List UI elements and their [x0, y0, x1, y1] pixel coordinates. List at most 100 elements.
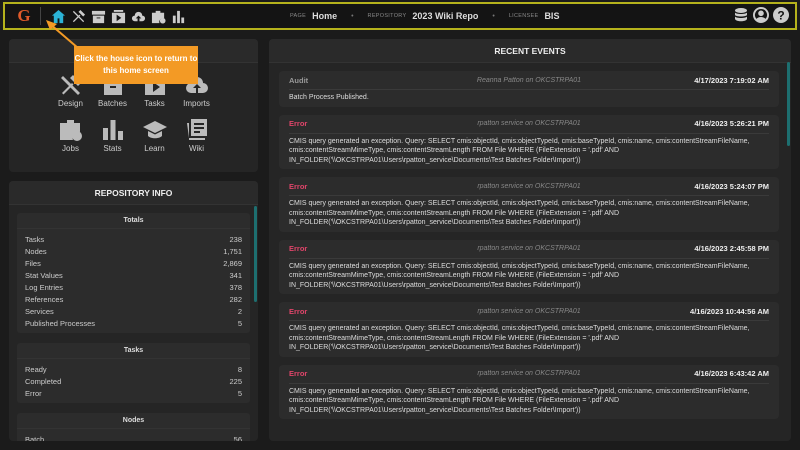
event-message: CMIS query generated an exception. Query…: [289, 137, 750, 164]
info-value: 225: [229, 376, 242, 386]
info-row: Log Entries 378: [17, 281, 250, 293]
info-value: 378: [229, 282, 242, 292]
event-user: rpatton service on OKCSTRPA01: [477, 245, 581, 252]
info-value: 341: [229, 270, 242, 280]
quick-launch-label: Imports: [183, 99, 210, 108]
info-value: 1,751: [223, 246, 242, 256]
info-row: Stat Values 341: [17, 269, 250, 281]
scrollbar[interactable]: [787, 62, 790, 146]
quick-launch-wiki[interactable]: Wiki: [176, 118, 218, 153]
quick-launch-jobs[interactable]: Jobs: [50, 118, 92, 153]
event-card[interactable]: Audit Reanna Patton on OKCSTRPA01 4/17/202…: [279, 71, 779, 107]
licensee-label: LICENSEE: [508, 13, 539, 19]
panel-title: REPOSITORY INFO: [9, 181, 258, 205]
quick-launch-label: Batches: [98, 99, 127, 108]
separator-dot: •: [351, 12, 354, 20]
info-value: 282: [229, 294, 242, 304]
info-label: Batch: [25, 434, 45, 441]
info-row: Error 5: [17, 387, 250, 399]
quick-launch-label: Design: [58, 99, 83, 108]
quick-launch-stats[interactable]: Stats: [92, 118, 134, 153]
info-section-totals: Totals Tasks 238 Nodes 1,751 Files 2,869 Stat V…: [17, 213, 250, 333]
svg-text:?: ?: [777, 9, 784, 23]
info-row: Published Processes 5: [17, 317, 250, 329]
event-user: rpatton service on OKCSTRPA01: [477, 307, 581, 315]
info-label: Ready: [25, 364, 47, 374]
event-date: 4/16/2023 10:44:56 AM: [690, 306, 769, 316]
info-row: Tasks 238: [17, 233, 250, 245]
info-section-nodes: Nodes Batch 56: [17, 413, 250, 441]
repository-info-panel: REPOSITORY INFO Totals Tasks 238 Nodes 1,751…: [9, 181, 258, 441]
document-icon: [186, 119, 207, 140]
licensee-value: BIS: [544, 11, 560, 21]
info-label: Stat Values: [25, 270, 63, 280]
info-row: Ready 8: [17, 363, 250, 375]
event-card[interactable]: Error rpatton service on OKCSTRPA01 4/16/2…: [279, 177, 779, 232]
event-type: Error: [289, 181, 308, 191]
event-user: rpatton service on OKCSTRPA01: [477, 182, 581, 190]
event-card[interactable]: Error rpatton service on OKCSTRPA01 4/16/2…: [279, 302, 779, 357]
help-icon[interactable]: ?: [773, 7, 789, 28]
user-account-icon[interactable]: [753, 7, 769, 28]
info-value: 2,869: [223, 258, 242, 268]
event-type: Error: [289, 119, 308, 128]
bar-chart-icon[interactable]: [169, 7, 188, 26]
info-row: Nodes 1,751: [17, 245, 250, 257]
event-message: CMIS query generated an exception. Query…: [289, 262, 750, 289]
graduation-cap-icon: [142, 121, 167, 139]
bar-chart-icon: [102, 120, 123, 140]
quick-launch-label: Wiki: [188, 144, 205, 153]
event-date: 4/16/2023 6:43:42 AM: [694, 369, 769, 378]
info-value: 238: [229, 234, 242, 244]
info-label: Services: [25, 306, 54, 316]
briefcase-clock-icon[interactable]: [149, 7, 168, 26]
event-date: 4/16/2023 2:45:58 PM: [694, 244, 769, 253]
section-title: Tasks: [17, 343, 250, 359]
event-date: 4/16/2023 5:24:07 PM: [694, 181, 769, 191]
recent-events-panel: RECENT EVENTS Audit Reanna Patton on OKCS…: [269, 39, 791, 441]
info-row: References 282: [17, 293, 250, 305]
event-card[interactable]: Error rpatton service on OKCSTRPA01 4/16/2…: [279, 364, 779, 419]
event-card[interactable]: Error rpatton service on OKCSTRPA01 4/16/2…: [279, 114, 779, 169]
database-icon[interactable]: [733, 7, 749, 28]
info-value: 2: [237, 306, 242, 316]
play-box-icon[interactable]: [109, 7, 128, 26]
info-value: 56: [233, 434, 242, 441]
event-user: rpatton service on OKCSTRPA01: [477, 370, 581, 377]
section-title: Totals: [17, 213, 250, 229]
event-date: 4/16/2023 5:26:21 PM: [694, 119, 769, 128]
page-label: PAGE: [290, 13, 307, 19]
info-value: 8: [237, 364, 242, 374]
scrollbar[interactable]: [254, 206, 257, 302]
event-user: rpatton service on OKCSTRPA01: [477, 120, 581, 127]
quick-launch-label: Stats: [103, 144, 122, 153]
info-row: Services 2: [17, 305, 250, 317]
event-message: CMIS query generated an exception. Query…: [289, 325, 750, 351]
top-nav-bar: G PAGE Home • REPOSITORY 2023 Wiki Repo …: [3, 2, 797, 30]
page-value: Home: [312, 11, 338, 21]
app-logo[interactable]: G: [12, 6, 36, 26]
info-label: Log Entries: [25, 282, 63, 292]
event-type: Error: [289, 244, 308, 253]
separator-dot: •: [492, 12, 495, 20]
info-row: Completed 225: [17, 375, 250, 387]
info-label: Completed: [25, 376, 62, 386]
event-type: Audit: [289, 75, 309, 85]
event-type: Error: [289, 306, 308, 316]
info-label: Published Processes: [25, 318, 96, 328]
quick-launch-label: Tasks: [144, 99, 165, 108]
archive-icon[interactable]: [89, 7, 108, 26]
callout-arrow: [46, 20, 79, 49]
info-label: References: [25, 294, 64, 304]
section-title: Nodes: [17, 413, 250, 429]
info-row: Files 2,869: [17, 257, 250, 269]
cloud-upload-icon[interactable]: [129, 7, 148, 26]
info-section-tasks: Tasks Ready 8 Completed 225 Error 5: [17, 343, 250, 403]
info-value: 5: [237, 318, 242, 328]
info-label: Files: [25, 258, 41, 268]
event-type: Error: [289, 369, 308, 378]
quick-launch-learn[interactable]: Learn: [134, 118, 176, 153]
briefcase-clock-icon: [59, 120, 82, 141]
event-message: CMIS query generated an exception. Query…: [289, 200, 750, 226]
event-card[interactable]: Error rpatton service on OKCSTRPA01 4/16/2…: [279, 239, 779, 294]
